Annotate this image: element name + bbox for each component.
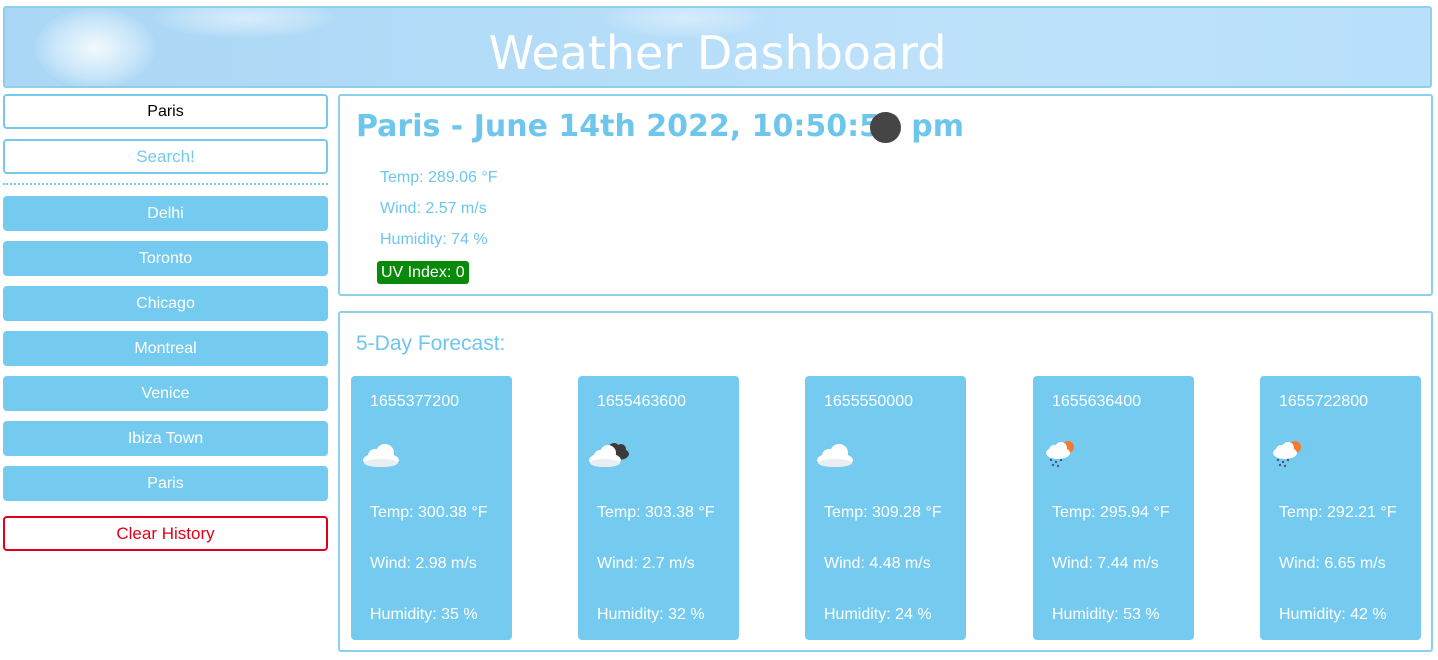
forecast-humidity: Humidity: 42 %	[1279, 606, 1387, 623]
moon-icon	[870, 112, 901, 143]
rain-sun-icon	[1273, 441, 1301, 468]
forecast-heading: 5-Day Forecast:	[356, 332, 506, 355]
forecast-humidity: Humidity: 35 %	[370, 606, 478, 623]
forecast-wind: Wind: 6.65 m/s	[1279, 555, 1386, 572]
forecast-card: 1655377200 Temp: 300.38 °F Wind: 2.98 m/…	[351, 376, 512, 640]
history-item-montreal[interactable]: Montreal	[3, 331, 328, 366]
forecast-date: 1655722800	[1279, 393, 1368, 410]
history-item-chicago[interactable]: Chicago	[3, 286, 328, 321]
forecast-card: 1655636400 Temp: 295.94 °F Wind: 7.44 m/…	[1033, 376, 1194, 640]
sidebar-divider	[3, 183, 328, 185]
forecast-wind: Wind: 4.48 m/s	[824, 555, 931, 572]
history-item-paris[interactable]: Paris	[3, 466, 328, 501]
broken-clouds-icon	[589, 443, 629, 467]
forecast-temp: Temp: 295.94 °F	[1052, 504, 1170, 521]
forecast-date: 1655636400	[1052, 393, 1141, 410]
forecast-card: 1655722800 Temp: 292.21 °F Wind: 6.65 m/…	[1260, 376, 1421, 640]
history-item-venice[interactable]: Venice	[3, 376, 328, 411]
history-item-ibiza-town[interactable]: Ibiza Town	[3, 421, 328, 456]
page-title: Weather Dashboard	[488, 26, 947, 80]
cloud-icon	[363, 444, 399, 467]
forecast-humidity: Humidity: 32 %	[597, 606, 705, 623]
city-search-input[interactable]	[3, 94, 328, 129]
forecast-card: 1655550000 Temp: 309.28 °F Wind: 4.48 m/…	[805, 376, 966, 640]
current-weather-panel: Paris - June 14th 2022, 10:50:52 pm Temp…	[338, 94, 1433, 296]
forecast-card: 1655463600 Temp: 303.38 °F Wind: 2.7 m/s…	[578, 376, 739, 640]
cloud-icon	[817, 444, 853, 467]
forecast-date: 1655377200	[370, 393, 459, 410]
forecast-date: 1655463600	[597, 393, 686, 410]
clear-history-button[interactable]: Clear History	[3, 516, 328, 551]
uv-index-badge: UV Index: 0	[377, 261, 469, 284]
forecast-humidity: Humidity: 53 %	[1052, 606, 1160, 623]
forecast-temp: Temp: 300.38 °F	[370, 504, 488, 521]
current-humidity: Humidity: 74 %	[380, 231, 488, 248]
forecast-panel: 5-Day Forecast: 1655377200 Temp: 300.38 …	[338, 311, 1433, 652]
current-temp: Temp: 289.06 °F	[380, 169, 498, 186]
forecast-wind: Wind: 2.98 m/s	[370, 555, 477, 572]
history-item-toronto[interactable]: Toronto	[3, 241, 328, 276]
rain-sun-icon	[1046, 441, 1074, 468]
forecast-temp: Temp: 292.21 °F	[1279, 504, 1397, 521]
search-button[interactable]: Search!	[3, 139, 328, 174]
history-item-delhi[interactable]: Delhi	[3, 196, 328, 231]
forecast-humidity: Humidity: 24 %	[824, 606, 932, 623]
forecast-date: 1655550000	[824, 393, 913, 410]
forecast-wind: Wind: 7.44 m/s	[1052, 555, 1159, 572]
header-banner: Weather Dashboard	[3, 6, 1432, 88]
forecast-temp: Temp: 309.28 °F	[824, 504, 942, 521]
forecast-temp: Temp: 303.38 °F	[597, 504, 715, 521]
forecast-wind: Wind: 2.7 m/s	[597, 555, 695, 572]
current-wind: Wind: 2.57 m/s	[380, 200, 487, 217]
